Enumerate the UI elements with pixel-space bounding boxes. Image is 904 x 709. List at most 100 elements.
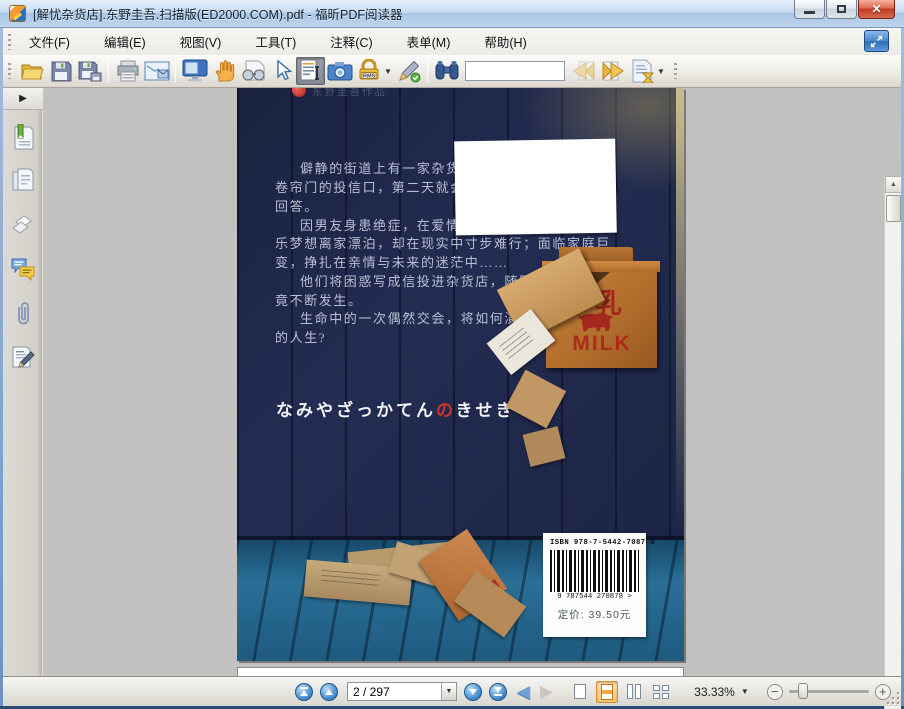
next-page-top[interactable] (237, 667, 684, 676)
vertical-scrollbar[interactable]: ▲ ▼ (884, 176, 902, 709)
page-number-combobox[interactable]: 2 / 297 ▼ (347, 682, 457, 701)
application-window: [解忧杂货店].东野圭吾.扫描版(ED2000.COM).pdf - 福昕PDF… (0, 0, 904, 709)
blurb-line: 变，挣扎在亲情与未来的迷茫中…… (275, 255, 509, 270)
pdf-page[interactable]: 东野圭吾作品 僻静的街道上有一家杂货店，只要写 卷帘门的投信口，第二天就会在店后… (237, 88, 684, 661)
search-input[interactable] (465, 61, 565, 81)
signature-panel-button[interactable] (3, 340, 43, 374)
rms-lock-icon: RMS (359, 59, 379, 80)
history-back-button[interactable]: ◀ (517, 683, 530, 700)
main-area: ▶ 东野圭吾作品 僻静的街道上有一家杂货店，只要写 卷帘门的投信口，第二天就会在… (3, 88, 902, 709)
pages-panel-button[interactable] (3, 164, 43, 198)
japanese-title-no: の (436, 401, 456, 420)
scroll-up-button[interactable]: ▲ (885, 176, 902, 193)
scrollbar-thumb[interactable] (886, 195, 901, 222)
panel-expand-button[interactable]: ▶ (3, 88, 43, 110)
menu-view[interactable]: 视图(V) (168, 28, 234, 55)
history-forward-button[interactable]: ▶ (540, 683, 553, 700)
window-resize-grip[interactable] (887, 692, 899, 704)
facing-view-button[interactable] (623, 681, 645, 703)
bookmarks-panel-button[interactable] (3, 120, 43, 154)
select-tool-button[interactable] (267, 57, 296, 85)
read-mode-button[interactable] (238, 57, 267, 85)
email-button[interactable] (142, 57, 171, 85)
pending-documents-button[interactable]: ▼ (627, 57, 669, 85)
sign-button[interactable] (394, 57, 423, 85)
comments-panel-button[interactable] (3, 252, 43, 286)
snapshot-button[interactable] (325, 57, 354, 85)
reader-glasses-icon (242, 60, 264, 81)
rms-protect-button[interactable]: RMS ▼ (354, 57, 394, 85)
open-button[interactable] (17, 57, 46, 85)
cover-light-edge (676, 88, 684, 528)
menubar-grip[interactable] (8, 33, 11, 50)
attachments-panel-button[interactable] (3, 296, 43, 330)
save-as-icon (78, 61, 101, 82)
svg-text:RMS: RMS (363, 74, 376, 80)
text-select-tool-button[interactable] (296, 57, 325, 85)
foxit-app-icon (9, 5, 26, 22)
blurb-line: 竟不断发生。 (275, 293, 363, 308)
toolbar-grip-end[interactable] (674, 63, 677, 79)
close-icon: ✕ (871, 2, 882, 16)
save-button[interactable] (46, 57, 75, 85)
find-next-button[interactable] (598, 57, 627, 85)
find-next-icon (602, 61, 624, 81)
select-cursor-icon (276, 60, 292, 81)
minimize-button[interactable] (794, 0, 825, 19)
snapshot-camera-icon (327, 62, 352, 81)
print-button[interactable] (113, 57, 142, 85)
navigation-panel-bar: ▶ (3, 88, 43, 676)
document-view[interactable]: 东野圭吾作品 僻静的街道上有一家杂货店，只要写 卷帘门的投信口，第二天就会在店后… (43, 88, 887, 676)
menu-forms[interactable]: 表单(M) (395, 28, 463, 55)
last-page-button[interactable] (489, 682, 507, 701)
close-button[interactable]: ✕ (858, 0, 895, 19)
menu-help[interactable]: 帮助(H) (472, 28, 538, 55)
comments-icon (11, 258, 35, 281)
window-title: [解忧杂货店].东野圭吾.扫描版(ED2000.COM).pdf - 福昕PDF… (33, 8, 403, 22)
find-button[interactable] (432, 57, 461, 85)
first-page-button[interactable] (295, 682, 313, 701)
continuous-view-button[interactable] (596, 680, 619, 703)
continuous-view-icon (601, 683, 614, 700)
barcode-block: ISBN 978-7-5442-7087-8 9 787544 270878 >… (543, 533, 655, 637)
email-icon (144, 61, 169, 81)
expand-panel-icon: ▶ (19, 93, 27, 104)
single-page-view-button[interactable] (569, 681, 591, 703)
toolbar-grip[interactable] (8, 63, 11, 79)
signature-icon (12, 346, 35, 368)
facing-view-icon (635, 684, 642, 699)
zoom-dropdown-caret[interactable]: ▼ (741, 687, 749, 696)
pages-icon (12, 168, 34, 191)
toolbar-separator (175, 59, 176, 83)
layers-panel-button[interactable] (3, 208, 43, 242)
expand-toolbar-button[interactable] (864, 30, 889, 52)
menu-comments[interactable]: 注释(C) (318, 28, 384, 55)
facing-continuous-icon (653, 684, 670, 699)
hand-tool-button[interactable] (209, 57, 238, 85)
facing-continuous-view-button[interactable] (650, 681, 672, 703)
zoom-slider-track[interactable] (788, 683, 869, 699)
menu-file[interactable]: 文件(F) (17, 28, 82, 55)
save-as-button[interactable] (75, 57, 104, 85)
publisher-brand: 东野圭吾作品 (292, 88, 387, 99)
zoom-slider-handle[interactable] (797, 683, 808, 699)
pending-doc-icon (632, 59, 655, 83)
price-text: 定价: 39.50元 (557, 609, 632, 621)
text-select-icon (300, 59, 319, 81)
find-previous-button[interactable] (569, 57, 598, 85)
menu-tools[interactable]: 工具(T) (243, 28, 308, 55)
diagonal-arrows-icon (870, 35, 883, 47)
maximize-button[interactable] (826, 0, 857, 19)
zoom-out-button[interactable]: − (766, 683, 783, 700)
hand-tool-icon (214, 60, 234, 82)
layers-icon (12, 215, 32, 234)
fullscreen-button[interactable] (180, 57, 209, 85)
milkbox-label: MILK (572, 332, 632, 355)
zoom-percent-value[interactable]: 33.33% (694, 685, 735, 699)
page-combo-caret[interactable]: ▼ (441, 683, 456, 700)
previous-page-button[interactable] (320, 682, 338, 701)
menu-edit[interactable]: 编辑(E) (92, 28, 158, 55)
barcode-stripes (550, 550, 639, 592)
next-page-button[interactable] (464, 682, 482, 701)
toolbar: RMS ▼ ▼ (3, 55, 901, 88)
